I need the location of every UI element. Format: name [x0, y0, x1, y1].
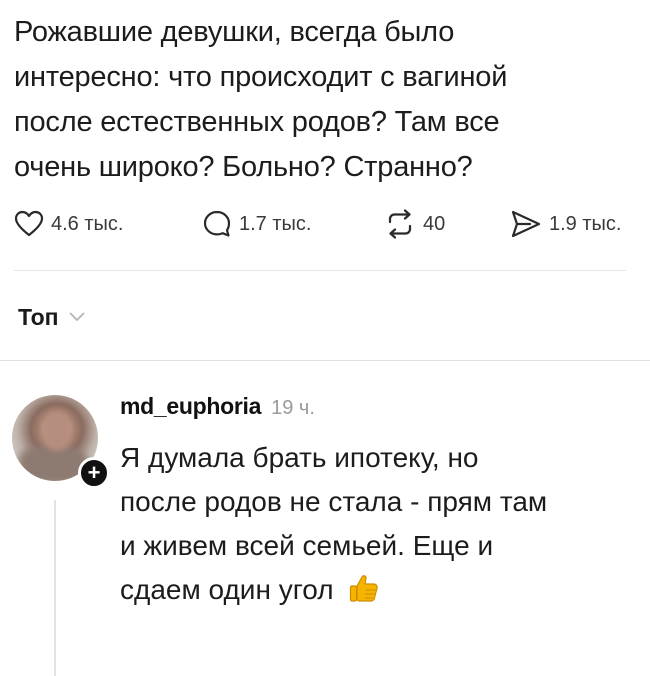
thread-line	[54, 500, 56, 676]
follow-plus-icon[interactable]: +	[78, 457, 110, 489]
share-count: 1.9 тыс.	[549, 212, 622, 235]
post-line: после естественных родов? Там все	[14, 106, 500, 138]
post-line: Рожавшие девушки, всегда было	[14, 16, 455, 48]
post-action-bar: 4.6 тыс. 1.7 тыс. 40 1.9 тыс.	[14, 204, 650, 244]
like-count: 4.6 тыс.	[51, 212, 124, 235]
post-line: интересно: что происходит с вагиной	[14, 61, 508, 93]
comment-line: и живем всей семьей. Еще и	[120, 530, 494, 561]
divider	[14, 270, 626, 271]
post-line: очень широко? Больно? Странно?	[14, 151, 473, 183]
post-text: Рожавшие девушки, всегда было интересно:…	[14, 10, 614, 190]
reply-button[interactable]: 1.7 тыс.	[202, 204, 311, 244]
comment-line-last: сдаем один угол	[120, 568, 640, 612]
comment-line: сдаем один угол	[120, 574, 334, 605]
comment-timestamp: 19 ч.	[271, 397, 315, 419]
comment-line: после родов не стала - прям там	[120, 486, 548, 517]
reply-count: 1.7 тыс.	[239, 212, 312, 235]
thumbs-up-emoji-icon	[350, 575, 379, 602]
chevron-down-icon	[69, 312, 84, 321]
comment-text: Я думала брать ипотеку, но после родов н…	[120, 436, 640, 612]
comment-username[interactable]: md_euphoria	[120, 393, 261, 420]
like-button[interactable]: 4.6 тыс.	[14, 204, 123, 244]
speech-bubble-icon	[203, 210, 231, 237]
repost-count: 40	[423, 212, 446, 235]
comment-header: md_euphoria 19 ч.	[120, 393, 315, 425]
heart-icon	[14, 210, 44, 237]
divider	[0, 360, 650, 361]
share-button[interactable]: 1.9 тыс.	[510, 204, 621, 244]
repost-icon	[388, 209, 412, 239]
send-icon	[511, 210, 541, 238]
sort-label: Топ	[18, 303, 59, 330]
avatar-blur	[42, 411, 72, 451]
comment-line: Я думала брать ипотеку, но	[120, 442, 479, 473]
sort-dropdown[interactable]: Топ	[18, 300, 85, 334]
repost-button[interactable]: 40	[384, 204, 445, 244]
